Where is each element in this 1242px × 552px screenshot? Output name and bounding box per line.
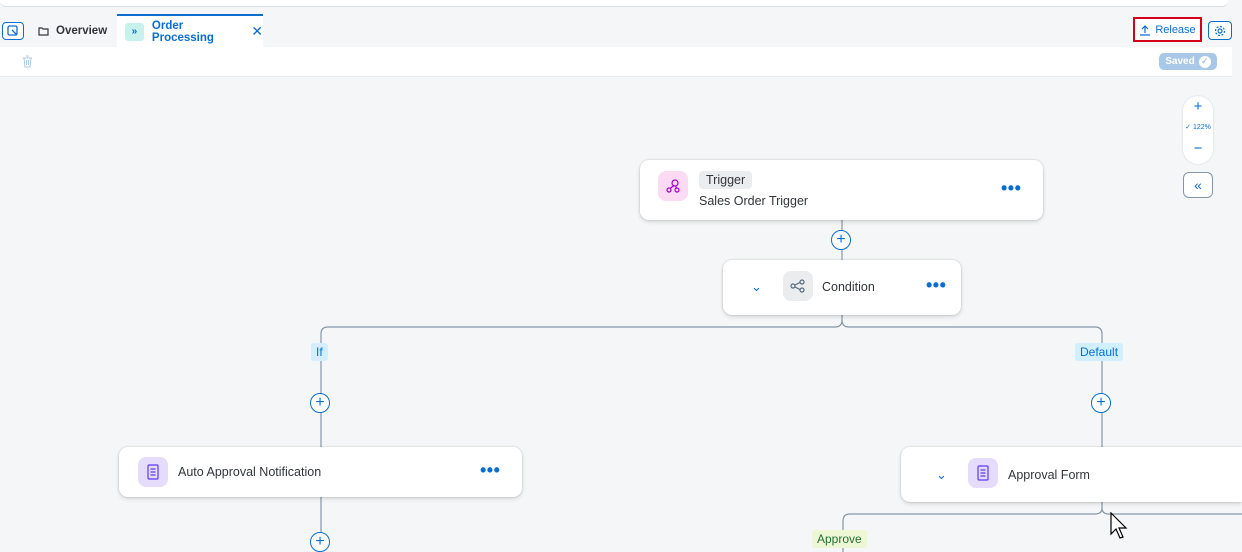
- trigger-name: Sales Order Trigger: [699, 194, 809, 208]
- form-icon-box: [138, 457, 168, 487]
- chevron-down-icon[interactable]: ⌄: [936, 467, 947, 483]
- collapse-panel-button[interactable]: «: [1183, 172, 1213, 198]
- chevron-down-icon[interactable]: ⌄: [751, 279, 762, 295]
- condition-icon-box: [783, 271, 813, 301]
- form-icon: [147, 464, 159, 480]
- add-step-button[interactable]: +: [310, 393, 330, 413]
- trigger-type-tag: Trigger: [699, 171, 753, 189]
- zoom-control: + ✓ 122% −: [1183, 96, 1213, 164]
- default-branch-tag: Default: [1075, 343, 1124, 361]
- add-step-button[interactable]: +: [1091, 393, 1111, 413]
- zoom-in-button[interactable]: +: [1183, 98, 1213, 115]
- zoom-out-button[interactable]: −: [1183, 140, 1213, 157]
- auto-approval-name: Auto Approval Notification: [178, 465, 322, 479]
- form-icon: [977, 465, 989, 481]
- add-step-button[interactable]: +: [831, 230, 851, 250]
- add-step-button[interactable]: +: [310, 532, 330, 552]
- condition-name: Condition: [822, 280, 875, 294]
- share-icon: [790, 279, 805, 293]
- condition-node[interactable]: ⌄ Condition •••: [723, 260, 961, 315]
- auto-approval-more-button[interactable]: •••: [480, 460, 500, 481]
- form-icon-box: [968, 458, 998, 488]
- approval-form-name: Approval Form: [1008, 468, 1090, 482]
- trigger-more-button[interactable]: •••: [1001, 178, 1021, 199]
- condition-more-button[interactable]: •••: [926, 275, 946, 296]
- trigger-icon-box: [658, 171, 688, 201]
- auto-approval-node[interactable]: Auto Approval Notification •••: [119, 447, 522, 497]
- zoom-level[interactable]: ✓ 122%: [1183, 123, 1213, 131]
- mouse-cursor-icon: [1110, 512, 1128, 539]
- trigger-node[interactable]: Trigger Sales Order Trigger •••: [640, 160, 1043, 220]
- trigger-icon: [666, 179, 680, 193]
- approval-form-node[interactable]: ⌄ Approval Form: [901, 447, 1242, 502]
- if-branch-tag: If: [311, 343, 328, 361]
- zoom-level-value: 122%: [1192, 124, 1211, 131]
- approve-branch-tag: Approve: [812, 530, 867, 548]
